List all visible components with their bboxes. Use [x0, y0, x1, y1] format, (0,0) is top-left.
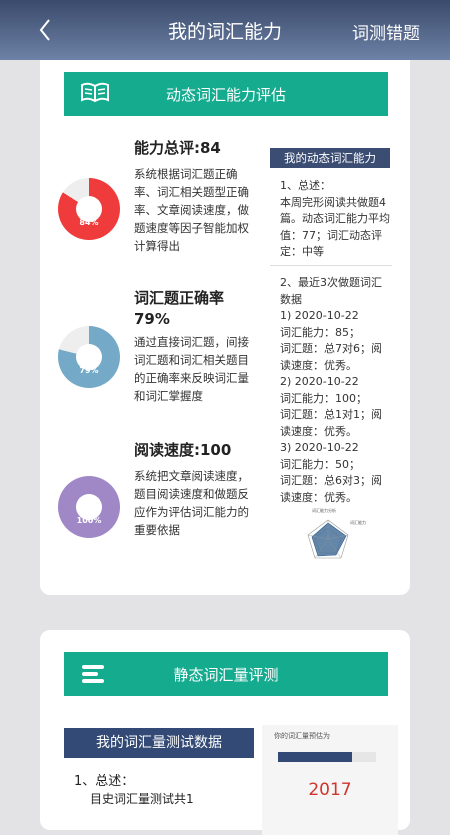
- score-donut-label: 84%: [79, 218, 99, 227]
- static-banner-title: 静态词汇量评测: [173, 666, 279, 684]
- metric-desc-score: 系统根据词汇题正确率、词汇相关题型正确率、文章阅读速度，做题速度等因子智能加权计…: [134, 167, 249, 253]
- dynamic-summary-text: 1、总述： 本周完形阅读共做题4篇。动态词汇能力平均值：77；词汇动态评定：中等: [280, 179, 390, 258]
- vocab-progress-bar: [278, 752, 376, 762]
- accuracy-donut-label: 79%: [79, 366, 99, 375]
- radar-caption: 词汇能力分析: [312, 508, 336, 513]
- vocab-estimate-value: 2017: [308, 780, 352, 800]
- divider: [270, 265, 392, 266]
- summary-label: 1、总述：: [74, 774, 135, 789]
- metric-title-score: 能力总评:84: [134, 139, 221, 157]
- static-banner: 静态词汇量评测: [64, 652, 388, 696]
- dynamic-ability-heading: 我的动态词汇能力: [270, 148, 390, 168]
- speed-donut-label: 100%: [76, 516, 102, 525]
- summary-text: 目史词汇量测试共1: [90, 792, 194, 806]
- vocab-test-heading: 我的词汇量测试数据: [64, 728, 254, 758]
- score-donut: 84%: [58, 178, 120, 240]
- radar-legend: 词汇能力: [350, 520, 366, 525]
- top-bar: 我的词汇能力 词测错题: [0, 0, 450, 60]
- radar-chart: 词汇能力分析 词汇能力: [298, 508, 370, 580]
- speed-donut: 100%: [58, 476, 120, 538]
- static-vocab-card: 静态词汇量评测 我的词汇量测试数据 1、总述： 目史词汇量测试共1 你的词汇量预…: [40, 630, 410, 835]
- metric-title-accuracy: 词汇题正确率 79%: [134, 289, 225, 328]
- dynamic-banner-title: 动态词汇能力评估: [165, 86, 286, 104]
- vocab-estimate-panel: 你的词汇量预估为 2017: [262, 725, 398, 835]
- dynamic-vocab-card: 动态词汇能力评估 84% 能力总评:84 系统根据词汇题正确率、词汇相关题型正确…: [40, 60, 410, 595]
- metric-title-speed: 阅读速度:100: [134, 441, 232, 459]
- dynamic-banner: 动态词汇能力评估: [64, 72, 388, 116]
- metric-desc-accuracy: 通过直接词汇题，间接词汇题和词汇相关题目的正确率来反映词汇量和词汇掌握度: [134, 335, 249, 403]
- metric-desc-speed: 系统把文章阅读速度，题目阅读速度和做题反应作为评估词汇能力的重要依据: [134, 469, 249, 537]
- vocab-progress-fill: [278, 752, 352, 762]
- vocab-estimate-label: 你的词汇量预估为: [274, 732, 330, 740]
- recent-records-text: 2、最近3次做题词汇数据 1) 2020-10-22 词汇能力：85； 词汇题：…: [280, 276, 382, 504]
- accuracy-donut: 79%: [58, 326, 120, 388]
- wrong-questions-link[interactable]: 词测错题: [352, 19, 420, 44]
